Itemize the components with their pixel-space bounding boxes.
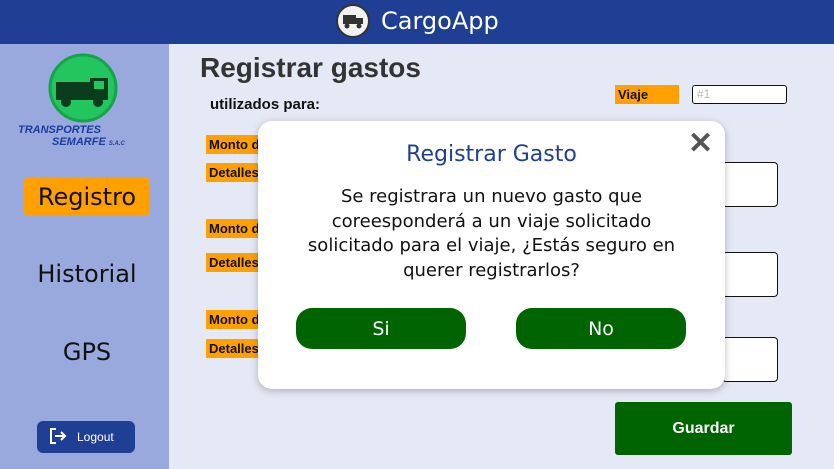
logout-button[interactable]: Logout bbox=[37, 421, 135, 453]
details-input[interactable] bbox=[722, 252, 778, 297]
details-label: Detalles bbox=[206, 339, 262, 358]
details-label: Detalles bbox=[206, 163, 262, 182]
details-label: Detalles bbox=[206, 253, 262, 272]
nav-item-historial[interactable]: Historial bbox=[24, 255, 150, 292]
nav-item-gps[interactable]: GPS bbox=[24, 333, 150, 370]
confirm-dialog: ✕ Registrar Gasto Se registrara un nuevo… bbox=[258, 121, 725, 389]
amount-label: Monto d bbox=[206, 135, 262, 154]
trip-input[interactable]: #1 bbox=[692, 85, 787, 104]
company-name-line1: TRANSPORTES bbox=[18, 124, 101, 136]
nav-item-registro[interactable]: Registro bbox=[24, 178, 150, 215]
company-suffix: S.A.C bbox=[108, 141, 125, 147]
amount-label: Monto d bbox=[206, 219, 262, 238]
dialog-message: Se registrara un nuevo gasto que coreesp… bbox=[307, 186, 676, 281]
company-name-line2-wrap: SEMARFE S.A.C bbox=[18, 136, 158, 150]
company-name: TRANSPORTES SEMARFE S.A.C bbox=[18, 124, 158, 150]
trip-label: Viaje bbox=[615, 85, 679, 104]
details-input[interactable] bbox=[722, 337, 778, 382]
details-input[interactable] bbox=[722, 162, 778, 207]
top-bar: CargoApp bbox=[0, 0, 834, 44]
page-title: Registrar gastos bbox=[200, 52, 421, 83]
truck-icon bbox=[336, 4, 370, 38]
confirm-no-button[interactable]: No bbox=[516, 308, 686, 349]
company-name-line2: SEMARFE bbox=[52, 136, 106, 148]
page-subtitle: utilizados para: bbox=[210, 96, 321, 113]
amount-label: Monto d bbox=[206, 310, 262, 329]
app-title: CargoApp bbox=[381, 7, 499, 35]
dialog-title: Registrar Gasto bbox=[406, 142, 577, 167]
confirm-yes-button[interactable]: Si bbox=[296, 308, 466, 349]
company-logo-icon bbox=[46, 52, 120, 124]
save-button[interactable]: Guardar bbox=[615, 402, 792, 455]
logout-icon bbox=[49, 427, 67, 448]
logout-label: Logout bbox=[77, 430, 114, 444]
